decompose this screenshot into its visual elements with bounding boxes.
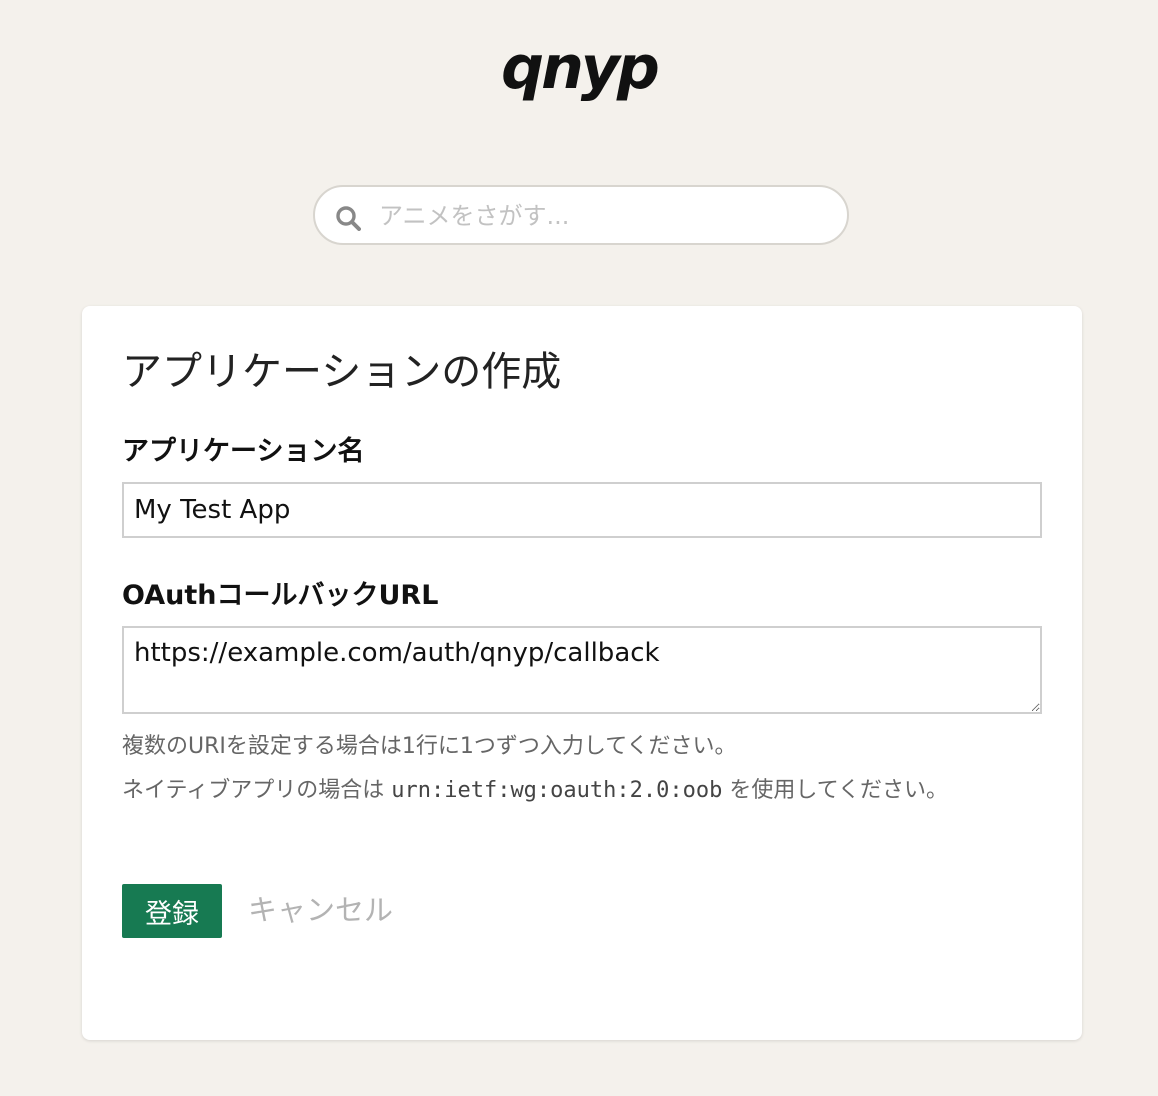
callback-url-textarea[interactable]: https://example.com/auth/qnyp/callback bbox=[122, 626, 1042, 714]
search-icon bbox=[336, 206, 361, 231]
search-bar[interactable] bbox=[313, 185, 849, 245]
page-title: アプリケーションの作成 bbox=[122, 349, 562, 395]
help-text-native-app: ネイティブアプリの場合は urn:ietf:wg:oauth:2.0:oob を… bbox=[122, 774, 1022, 808]
oob-uri-code: urn:ietf:wg:oauth:2.0:oob bbox=[391, 778, 723, 803]
callback-url-label: OAuthコールバックURL bbox=[122, 580, 439, 611]
help-native-prefix: ネイティブアプリの場合は bbox=[122, 778, 392, 803]
help-text-multiple-uri: 複数のURIを設定する場合は1行に1つずつ入力してください。 bbox=[122, 734, 737, 759]
help-native-suffix: を使用してください。 bbox=[722, 778, 949, 803]
app-name-label: アプリケーション名 bbox=[122, 436, 365, 467]
submit-button[interactable]: 登録 bbox=[122, 884, 222, 938]
cancel-link[interactable]: キャンセル bbox=[248, 890, 393, 930]
search-input[interactable] bbox=[377, 195, 821, 237]
site-logo[interactable]: qnyp bbox=[0, 28, 1158, 108]
app-name-input[interactable] bbox=[122, 482, 1042, 538]
app-form-card: アプリケーションの作成 アプリケーション名 OAuthコールバックURL htt… bbox=[82, 306, 1082, 1040]
